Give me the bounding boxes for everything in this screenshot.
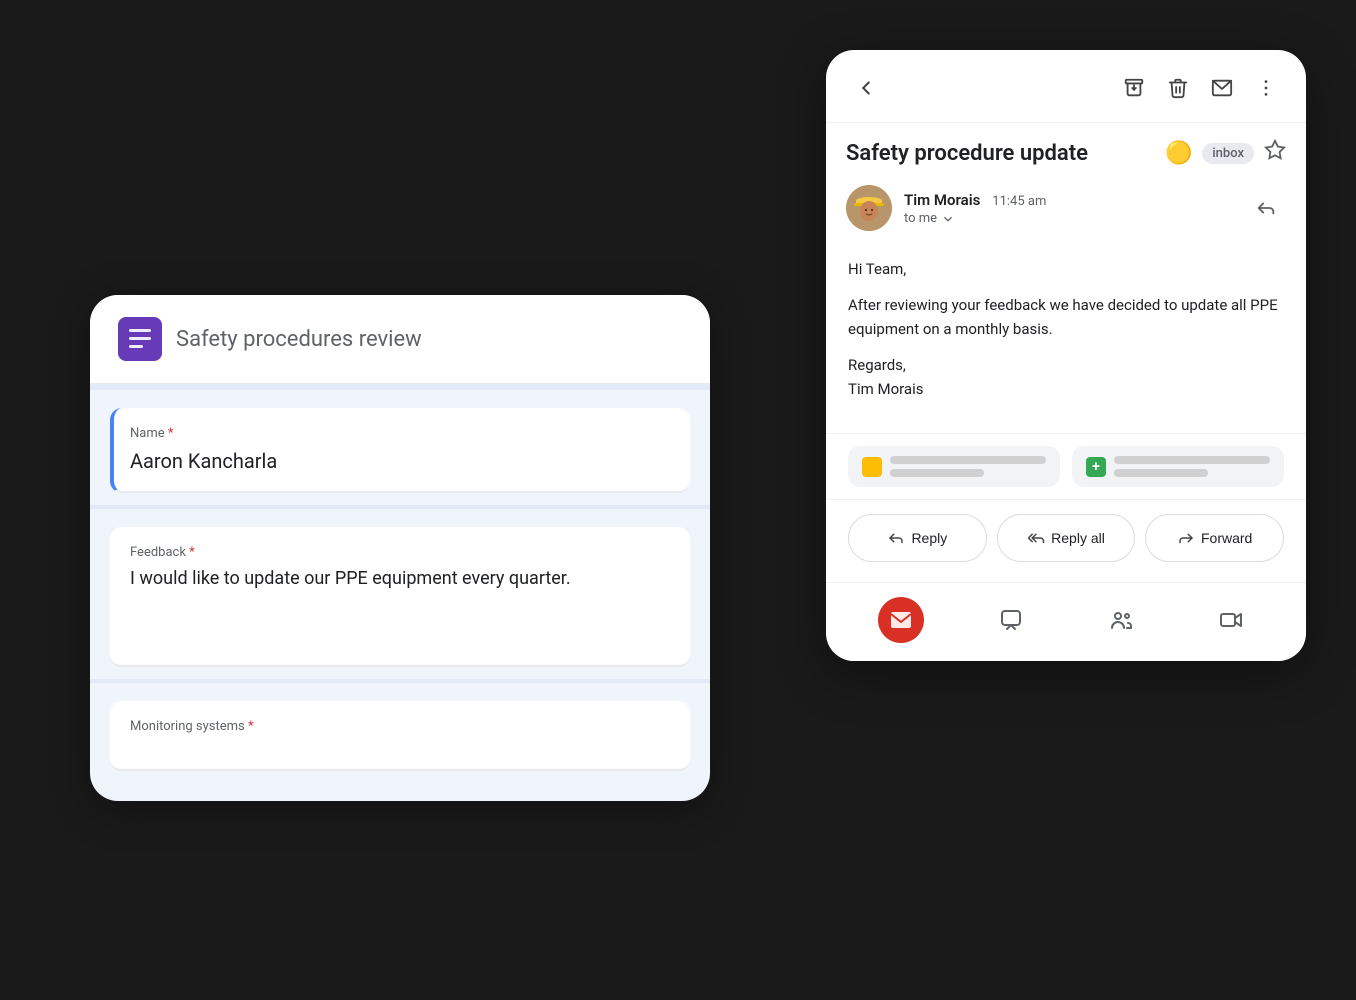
toolbar-icons [1114,68,1286,108]
delete-button[interactable] [1158,68,1198,108]
monitoring-label: Monitoring systems * [130,719,670,734]
bottom-nav [826,582,1306,661]
sender-row: Tim Morais 11:45 am to me [826,175,1306,241]
subject-row: Safety procedure update 🟡 inbox [826,123,1306,175]
archive-button[interactable] [1114,68,1154,108]
divider3 [90,679,710,683]
feedback-field[interactable]: Feedback * I would like to update our PP… [110,527,690,667]
subject-emoji: 🟡 [1165,141,1192,166]
suggestions-row: + [826,433,1306,499]
sender-name: Tim Morais [904,191,980,209]
mail-button[interactable] [1202,68,1242,108]
nav-mail-button[interactable] [878,597,924,643]
suggestion-chip-1[interactable] [848,446,1060,487]
chip-green-icon: + [1086,457,1106,477]
forms-icon [118,317,162,361]
name-required: * [168,426,174,441]
chip-lines-2 [1114,456,1270,477]
body-paragraph: After reviewing your feedback we have de… [848,293,1284,341]
chip-line-2 [1114,456,1270,464]
feedback-label: Feedback * [130,545,670,560]
suggestion-chip-2[interactable]: + [1072,446,1284,487]
quick-reply-button[interactable] [1246,188,1286,228]
name-field[interactable]: Name * Aaron Kancharla [110,408,690,493]
email-body: Hi Team, After reviewing your feedback w… [826,241,1306,433]
feedback-required: * [189,545,195,560]
monitoring-field[interactable]: Monitoring systems * [110,701,690,771]
gmail-actions: Reply Reply all Forward [826,499,1306,582]
sender-to[interactable]: to me [904,211,1234,226]
feedback-value: I would like to update our PPE equipment… [130,568,670,589]
toolbar-left [846,68,1106,108]
forms-card: Safety procedures review Name * Aaron Ka… [90,295,710,801]
forward-button[interactable]: Forward [1145,514,1284,562]
forms-title: Safety procedures review [176,327,422,352]
divider2 [90,505,710,509]
more-button[interactable] [1246,68,1286,108]
inbox-badge: inbox [1202,143,1254,164]
sender-info: Tim Morais 11:45 am to me [904,190,1234,226]
name-label: Name * [130,426,670,441]
chip-line [890,456,1046,464]
back-button[interactable] [846,68,886,108]
chip-yellow-icon [862,457,882,477]
forms-divider [90,384,710,390]
nav-video-button[interactable] [1208,597,1254,643]
chip-line-short-2 [1114,469,1208,477]
sender-time: 11:45 am [992,194,1046,209]
gmail-card: Safety procedure update 🟡 inbox [826,50,1306,661]
chip-line-short [890,469,984,477]
reply-all-button[interactable]: Reply all [997,514,1136,562]
subject-text: Safety procedure update [846,141,1155,166]
monitoring-required: * [248,719,254,734]
star-button[interactable] [1264,139,1286,167]
sender-name-row: Tim Morais 11:45 am [904,190,1234,209]
forms-header: Safety procedures review [90,295,710,384]
gmail-toolbar [826,50,1306,123]
closing: Regards, Tim Morais [848,353,1284,401]
reply-button[interactable]: Reply [848,514,987,562]
nav-chat-button[interactable] [988,597,1034,643]
nav-meet-button[interactable] [1098,597,1144,643]
chip-lines-1 [890,456,1046,477]
avatar [846,185,892,231]
name-value: Aaron Kancharla [130,449,670,473]
greeting: Hi Team, [848,257,1284,281]
